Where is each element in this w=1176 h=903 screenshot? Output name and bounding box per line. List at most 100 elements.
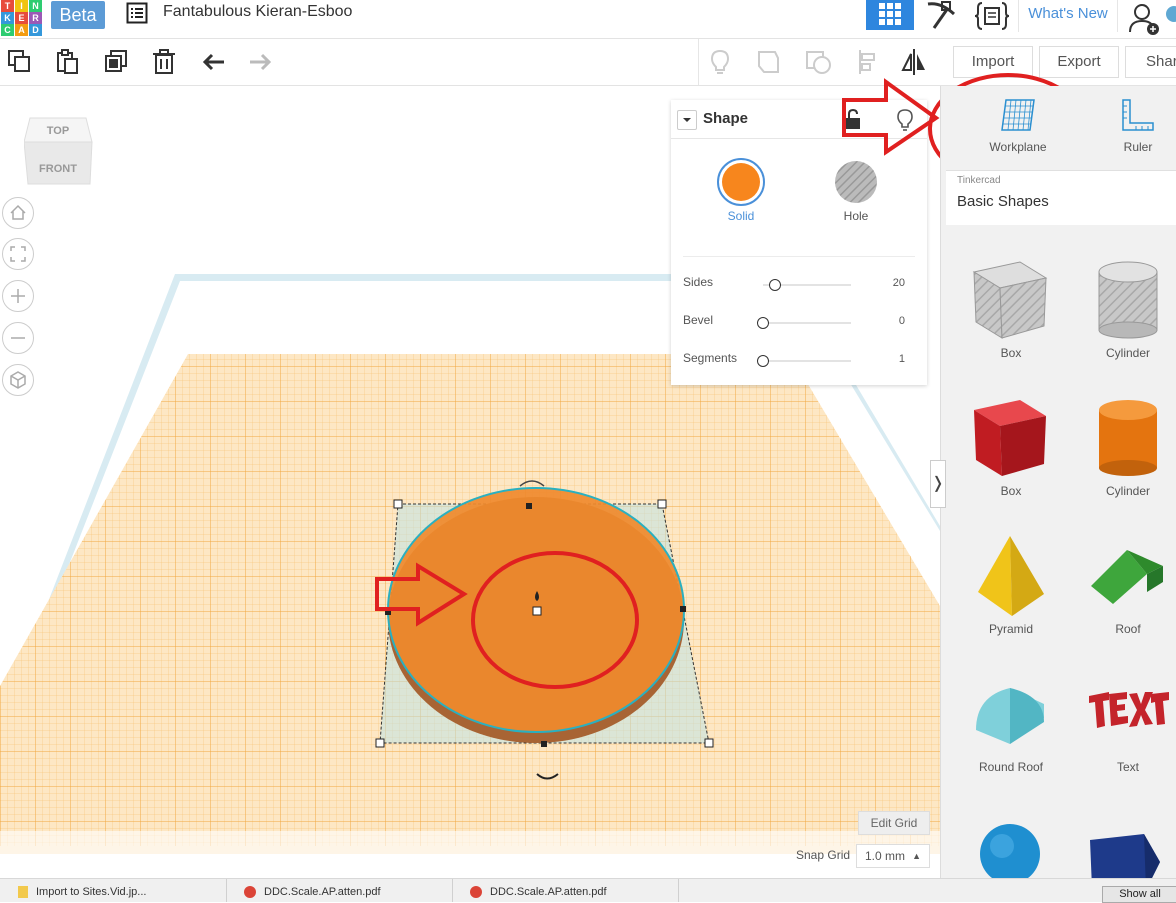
add-user-icon[interactable] [1124,0,1176,36]
group-icon[interactable] [756,48,784,76]
design-title[interactable]: Fantabulous Kieran-Esboo [163,3,352,21]
shape-label: Pyramid [988,622,1033,636]
caret-up-icon: ▲ [912,851,921,861]
toolbar-divider [698,39,699,85]
solid-label: Solid [727,209,755,223]
share-button[interactable]: Shar [1125,46,1176,78]
perspective-icon[interactable] [2,364,34,396]
shape-tile[interactable]: Round Roof [956,664,1066,784]
cylinder-hole-icon [1098,261,1158,339]
logo-letter: R [29,12,42,24]
snap-grid-select[interactable]: 1.0 mm ▲ [856,844,930,868]
shape-label: Box [1000,346,1022,360]
snap-grid-label: Snap Grid [796,848,851,862]
shape-label: Roof [1115,622,1141,636]
solid-swatch-icon [722,163,760,201]
chrome-icon [470,886,482,899]
segments-slider-track[interactable] [763,360,851,362]
download-filename: DDC.Scale.AP.atten.pdf [264,886,381,898]
pickaxe-icon[interactable] [918,0,964,32]
text-icon [1089,692,1169,728]
shape-label: Text [1116,760,1139,774]
bevel-slider-track[interactable] [763,322,851,324]
view-cube[interactable]: TOP FRONT [23,112,94,190]
round-roof-icon [976,688,1044,744]
library-category: Tinkercad [957,175,1001,186]
ruler-icon [1122,99,1154,131]
shape-tile[interactable]: Text [1073,664,1176,784]
note-lightbulb-icon[interactable] [706,48,734,76]
ungroup-icon[interactable] [804,48,832,76]
edit-grid-button[interactable]: Edit Grid [858,811,930,835]
undo-icon[interactable] [200,48,228,76]
logo-letter: C [1,24,14,36]
tinkercad-logo[interactable]: T I N K E R C A D [0,0,42,37]
param-value[interactable]: 20 [893,277,905,289]
chrome-icon [244,886,256,899]
workplane-icon [1001,99,1035,131]
panel-collapse-button[interactable]: ❭ [930,460,946,508]
shape-label: Cylinder [1105,346,1150,360]
shape-label: Box [1000,484,1022,498]
zoom-out-icon[interactable] [2,322,34,354]
download-item[interactable]: Import to Sites.Vid.jp... [14,879,227,902]
logo-letter: E [15,12,28,24]
shape-tile[interactable]: Box [956,388,1066,508]
delete-icon[interactable] [150,48,178,76]
snap-grid-value: 1.0 mm [865,849,906,863]
solid-option[interactable] [716,157,766,207]
whats-new-link[interactable]: What's New [1018,0,1118,32]
inspector-title: Shape [703,110,749,127]
workplane-label: Workplane [989,140,1047,154]
logo-letter: D [29,24,42,36]
bevel-slider-knob[interactable] [757,317,769,329]
shape-tile[interactable]: Cylinder [1073,250,1176,370]
3d-view-button[interactable] [866,0,914,30]
param-value[interactable]: 0 [899,315,905,327]
download-item[interactable]: DDC.Scale.AP.atten.pdf [240,879,453,902]
pyramid-icon [978,536,1044,616]
param-label: Segments [683,351,738,365]
fit-view-icon[interactable] [2,238,34,270]
shape-label: Cylinder [1105,484,1150,498]
shape-label: Round Roof [978,760,1044,774]
duplicate-icon[interactable] [102,48,130,76]
beta-badge: Beta [51,1,105,29]
param-label: Sides [683,275,714,289]
logo-letter: N [29,0,42,12]
download-filename: DDC.Scale.AP.atten.pdf [490,886,607,898]
cube-front-label: FRONT [39,163,77,175]
show-all-button[interactable]: Show all [1102,886,1176,903]
param-value[interactable]: 1 [899,353,905,365]
ruler-button[interactable]: Ruler [1100,88,1176,164]
param-label: Bevel [683,313,714,327]
redo-icon[interactable] [246,48,274,76]
logo-letter: K [1,12,14,24]
sides-slider-knob[interactable] [769,279,781,291]
shape-tile[interactable]: Box [956,250,1066,370]
box-hole-icon [972,261,1048,339]
logo-letter: I [15,0,28,12]
shape-tile[interactable]: Cylinder [1073,388,1176,508]
paste-icon[interactable] [54,48,82,76]
design-list-icon[interactable] [126,2,148,24]
shape-tile[interactable]: Roof [1073,526,1176,646]
polygon-shape-icon[interactable] [1086,832,1162,878]
copy-icon[interactable] [6,48,34,76]
box-icon [974,400,1046,476]
collapse-icon[interactable] [677,110,697,130]
workplane-button[interactable]: Workplane [948,88,1088,164]
home-view-icon[interactable] [2,197,34,229]
sphere-icon[interactable] [978,822,1042,878]
download-bar: Import to Sites.Vid.jp... DDC.Scale.AP.a… [0,878,1176,902]
hole-label: Hole [843,209,869,223]
file-icon [18,886,28,899]
code-blocks-icon[interactable] [970,0,1014,32]
segments-slider-knob[interactable] [757,355,769,367]
roof-icon [1091,550,1163,604]
shape-tile[interactable]: Pyramid [956,526,1066,646]
cylinder-icon [1099,400,1157,476]
zoom-in-icon[interactable] [2,280,34,312]
download-item[interactable]: DDC.Scale.AP.atten.pdf [466,879,679,902]
ruler-label: Ruler [1123,140,1153,154]
